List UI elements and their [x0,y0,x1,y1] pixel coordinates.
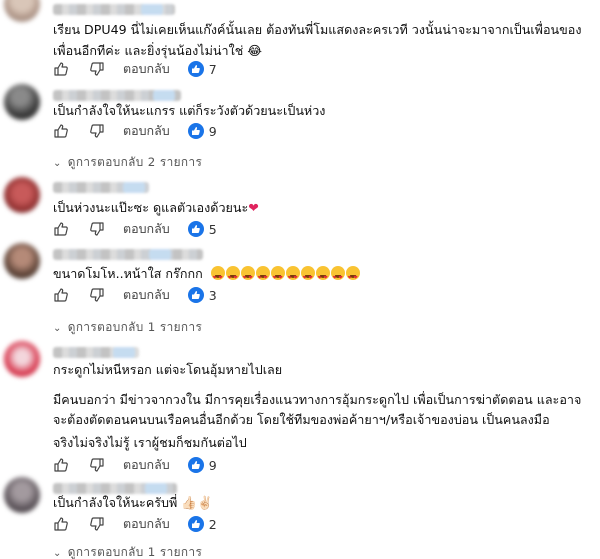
author-name[interactable] [53,347,139,358]
thumbs-down-icon[interactable] [89,61,105,77]
view-replies-label: ดูการตอบกลับ 1 รายการ [67,545,203,559]
thumbs-up-icon[interactable] [53,457,69,473]
comment-actions: ตอบกลับ 2 [53,515,217,533]
reply-button[interactable]: ตอบกลับ [123,455,170,475]
author-name[interactable] [53,182,149,193]
thumbs-down-icon[interactable] [89,287,105,303]
like-badge-icon [187,61,204,77]
avatar[interactable] [4,341,40,377]
comment-actions: ตอบกลับ 9 [53,456,217,474]
like-count: 7 [208,61,217,77]
chevron-down-icon: ⌄ [53,158,62,169]
chevron-down-icon: ⌄ [53,323,62,334]
avatar[interactable] [4,84,40,120]
author-name[interactable] [53,249,203,260]
thumbs-up-icon[interactable] [53,61,69,77]
comment-actions: ตอบกลับ 7 [53,60,217,78]
view-replies-label: ดูการตอบกลับ 2 รายการ [67,155,203,169]
heart-emoji-icon: ❤ [248,200,259,215]
reply-button[interactable]: ตอบกลับ [123,121,170,141]
reply-button[interactable]: ตอบกลับ [123,514,170,534]
view-replies-button[interactable]: ⌄ ดูการตอบกลับ 2 รายการ [53,153,202,172]
thumbs-down-icon[interactable] [89,457,105,473]
thumbs-up-icon[interactable] [53,287,69,303]
view-replies-label: ดูการตอบกลับ 1 รายการ [67,320,203,334]
reply-button[interactable]: ตอบกลับ [123,285,170,305]
avatar[interactable] [4,177,40,213]
reply-button[interactable]: ตอบกลับ [123,219,170,239]
thumbs-up-icon[interactable] [53,221,69,237]
comment-actions: ตอบกลับ 3 [53,286,217,304]
comment-text-line: จริงไม่จริงไม่รู้ เราผู้ชมก็ชมกันต่อไป [53,435,247,450]
avatar[interactable] [4,0,40,22]
like-badge-icon [187,287,204,303]
like-count: 5 [208,221,217,237]
chevron-down-icon: ⌄ [53,548,62,559]
avatar[interactable] [4,477,40,513]
reply-button[interactable]: ตอบกลับ [123,59,170,79]
heart-eyes-emoji-icon [210,266,361,289]
comment-text-line: เป็นกำลังใจให้นะแกรร แต่ก็ระวังตัวด้วยนะ… [53,103,326,118]
comment-actions: ตอบกลับ 9 [53,122,217,140]
comment-text-line: ขนาดโมโห..หน้าใส กร๊กกก [53,263,361,289]
like-count: 3 [208,287,217,303]
author-name[interactable] [53,4,175,15]
like-badge-icon [187,221,204,237]
comment-text-line: เพื่อนอีกทีค่ะ และยิ่งรุ่นน้องไม่น่าใช่ … [53,43,263,58]
comment-text-line: เรียน DPU49 นี่ไม่เคยเห็นแก๊งค์นั้นเลย ต… [53,22,582,37]
view-replies-button[interactable]: ⌄ ดูการตอบกลับ 1 รายการ [53,318,202,337]
like-badge-icon [187,123,204,139]
like-badge-icon [187,457,204,473]
thumbs-up-icon[interactable] [53,516,69,532]
like-count: 2 [208,516,217,532]
like-badge-icon [187,516,204,532]
comment-text: เป็นห่วงนะแป๊ะซะ ดูแลตัวเองด้วยนะ [53,200,249,215]
comment-text-line: เป็นกำลังใจให้นะครับพี่ 👍🏻✌🏻 [53,495,213,510]
comment-actions: ตอบกลับ 5 [53,220,217,238]
comment-text-line: จะต้องตัดตอนคนบนเรือคนอื่นอีกด้วย โดยใช้… [53,412,550,427]
comment-text-line: เป็นห่วงนะแป๊ะซะ ดูแลตัวเองด้วยนะ❤ [53,197,259,218]
thumbs-down-icon[interactable] [89,516,105,532]
like-count: 9 [208,123,217,139]
thumbs-down-icon[interactable] [89,221,105,237]
avatar[interactable] [4,243,40,279]
view-replies-button[interactable]: ⌄ ดูการตอบกลับ 1 รายการ [53,543,202,559]
comment-text-line: มีคนบอกว่า มีข่าวจากวงใน มีการคุยเรื่องแ… [53,392,582,407]
comment-text-line: กระดูกไม่หนีหรอก แต่จะโดนอุ้มหายไปเลย [53,362,283,377]
thumbs-down-icon[interactable] [89,123,105,139]
like-count: 9 [208,457,217,473]
thumbs-up-icon[interactable] [53,123,69,139]
comment-text: ขนาดโมโห..หน้าใส กร๊กกก [53,266,203,281]
